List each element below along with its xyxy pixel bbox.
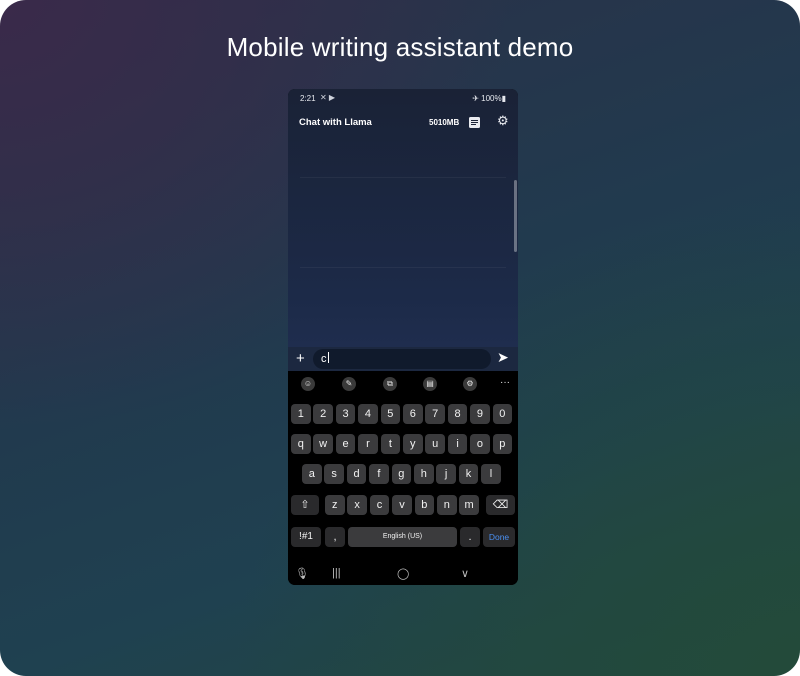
key-l[interactable]: l <box>481 464 501 484</box>
key-5[interactable]: 5 <box>380 404 401 424</box>
key-f[interactable]: f <box>369 464 389 484</box>
key-2[interactable]: 2 <box>313 404 333 424</box>
key-i[interactable]: i <box>447 434 468 454</box>
translate-icon[interactable]: ⧉ <box>383 377 397 391</box>
status-bar: 2:21 ✕ ▶ ✈ 100%▮ <box>288 89 518 107</box>
key-c[interactable]: c <box>369 495 390 515</box>
key-7[interactable]: 7 <box>425 404 445 424</box>
key-m[interactable]: m <box>459 495 479 515</box>
demo-frame: Mobile writing assistant demo 2:21 ✕ ▶ ✈… <box>0 0 800 676</box>
key-t[interactable]: t <box>380 434 401 454</box>
key-z[interactable]: z <box>325 495 345 515</box>
status-time: 2:21 <box>300 94 316 103</box>
more-icon[interactable]: ··· <box>498 377 512 391</box>
key-8[interactable]: 8 <box>447 404 468 424</box>
key-6[interactable]: 6 <box>403 404 423 424</box>
key-x[interactable]: x <box>347 495 367 515</box>
message-input-value: c <box>321 353 327 365</box>
message-composer: + c ➤ <box>288 347 518 371</box>
spacebar[interactable]: English (US) <box>348 527 457 547</box>
key-9[interactable]: 9 <box>470 404 490 424</box>
key-e[interactable]: e <box>335 434 356 454</box>
comma-key[interactable]: , <box>325 527 345 547</box>
key-h[interactable]: h <box>414 464 434 484</box>
send-button[interactable]: ➤ <box>497 349 509 366</box>
key-b[interactable]: b <box>414 495 435 515</box>
divider <box>300 267 506 268</box>
key-s[interactable]: s <box>324 464 344 484</box>
divider <box>300 177 506 178</box>
page-headline: Mobile writing assistant demo <box>226 32 574 62</box>
symbols-key[interactable]: !#1 <box>291 527 321 547</box>
emoji-icon[interactable]: ☺ <box>301 377 315 391</box>
key-w[interactable]: w <box>313 434 333 454</box>
backspace-key[interactable]: ⌫ <box>486 495 515 515</box>
sticker-icon[interactable]: ✎ <box>342 377 356 391</box>
key-p[interactable]: p <box>492 434 513 454</box>
key-j[interactable]: j <box>436 464 456 484</box>
key-a[interactable]: a <box>302 464 322 484</box>
key-o[interactable]: o <box>470 434 490 454</box>
clipboard-icon[interactable]: ▤ <box>423 377 437 391</box>
key-d[interactable]: d <box>346 464 367 484</box>
chat-area: 2:21 ✕ ▶ ✈ 100%▮ Chat with Llama 5010MB … <box>288 89 518 347</box>
key-r[interactable]: r <box>358 434 378 454</box>
key-4[interactable]: 4 <box>358 404 378 424</box>
done-key[interactable]: Done <box>483 527 515 547</box>
chat-scrollbar[interactable] <box>514 180 517 252</box>
app-title: Chat with Llama <box>299 117 372 128</box>
period-key[interactable]: . <box>460 527 480 547</box>
status-icons: ✕ ▶ <box>320 93 336 102</box>
recents-button[interactable]: ||| <box>332 567 341 579</box>
mic-icon[interactable]: 🎙 <box>295 567 309 580</box>
key-n[interactable]: n <box>437 495 457 515</box>
battery-status: ✈ 100%▮ <box>472 94 506 103</box>
message-input[interactable]: c <box>313 349 491 369</box>
add-attachment-button[interactable]: + <box>296 350 305 367</box>
key-3[interactable]: 3 <box>335 404 356 424</box>
key-v[interactable]: v <box>392 495 412 515</box>
key-u[interactable]: u <box>425 434 445 454</box>
keyboard: ☺ ✎ ⧉ ▤ ⚙ ··· 1234567890 qwertyuiop asdfghjkl zx… <box>288 371 518 585</box>
key-q[interactable]: q <box>291 434 311 454</box>
settings-icon[interactable]: ⚙ <box>463 377 477 391</box>
app-bar: Chat with Llama 5010MB ⚙ <box>288 111 518 135</box>
key-g[interactable]: g <box>391 464 412 484</box>
key-y[interactable]: y <box>403 434 423 454</box>
home-button[interactable]: ◯ <box>397 567 409 580</box>
memory-usage: 5010MB <box>429 118 460 127</box>
key-1[interactable]: 1 <box>291 404 311 424</box>
phone-screen: 2:21 ✕ ▶ ✈ 100%▮ Chat with Llama 5010MB … <box>288 89 518 585</box>
notes-icon[interactable] <box>469 117 480 128</box>
back-button[interactable]: ∨ <box>461 567 469 580</box>
settings-gear-icon[interactable]: ⚙ <box>497 113 509 129</box>
text-caret <box>327 352 329 363</box>
key-0[interactable]: 0 <box>492 404 513 424</box>
shift-key[interactable]: ⇧ <box>291 495 319 515</box>
keyboard-toolbar: ☺ ✎ ⧉ ▤ ⚙ ··· <box>288 371 518 397</box>
key-k[interactable]: k <box>458 464 479 484</box>
system-nav-bar: 🎙 ||| ◯ ∨ <box>288 565 518 585</box>
